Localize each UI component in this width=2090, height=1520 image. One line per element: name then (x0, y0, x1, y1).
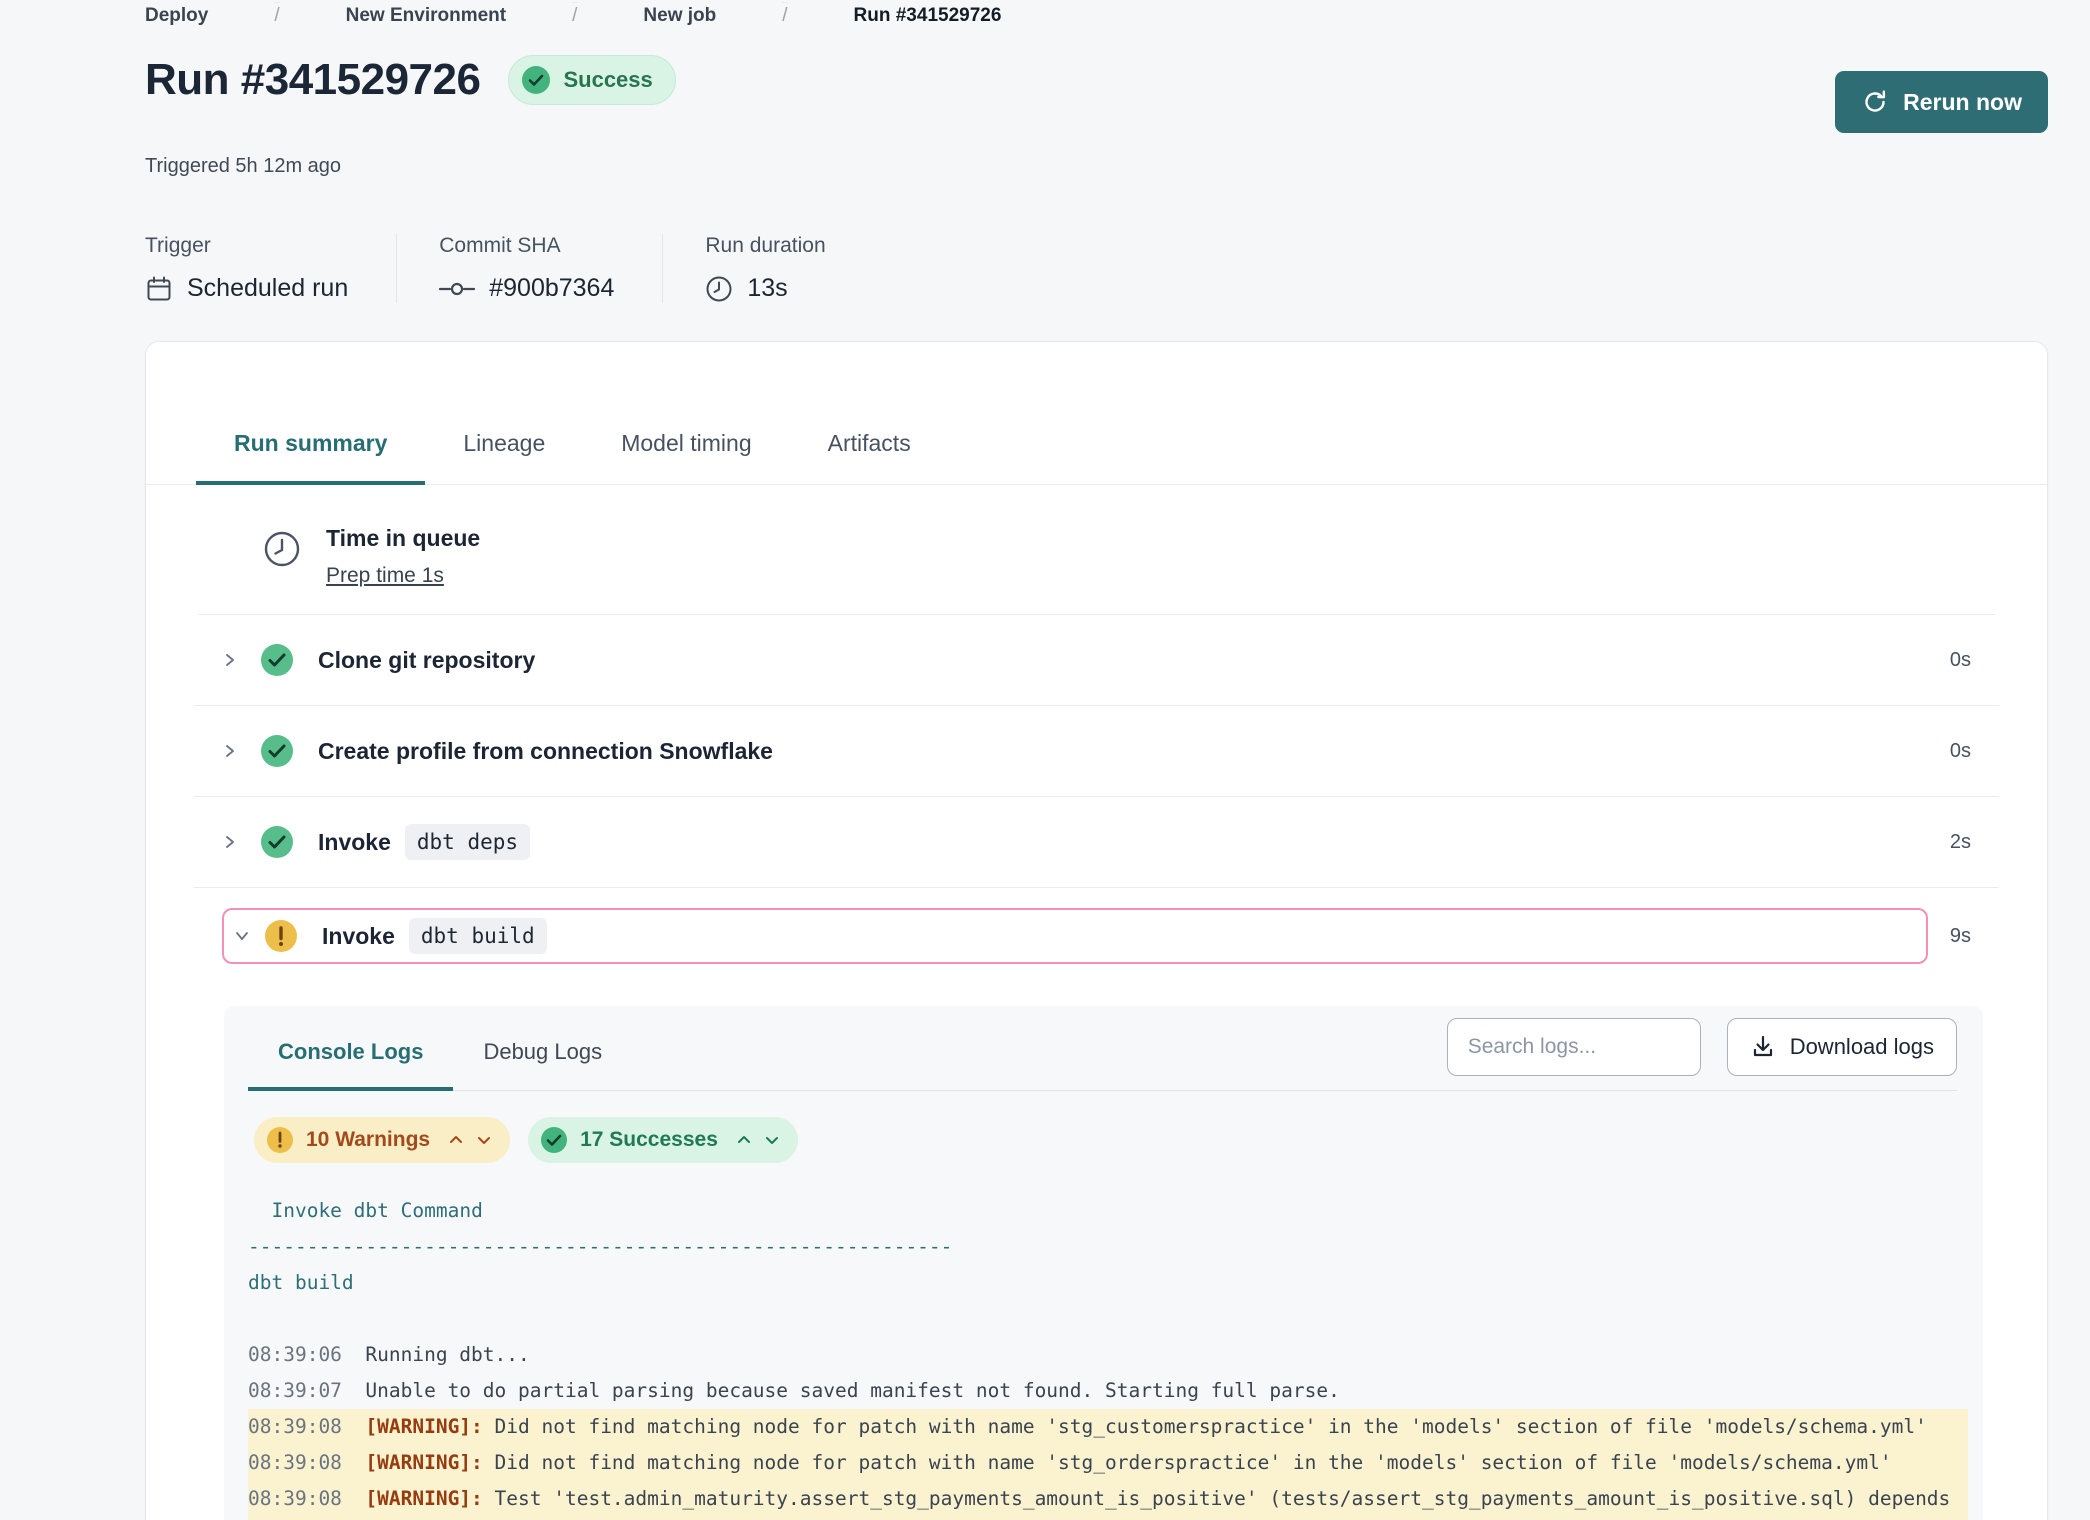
status-badge-label: Success (563, 67, 652, 93)
chevron-right-icon[interactable] (222, 834, 260, 850)
meta-commit-value: #900b7364 (489, 274, 614, 303)
console-log-output: Invoke dbt Command ---------------------… (248, 1193, 1968, 1520)
clock-icon (705, 275, 733, 303)
caret-down-icon[interactable] (476, 1132, 492, 1148)
breadcrumb-separator: / (572, 2, 577, 29)
check-circle-icon (540, 1126, 568, 1154)
breadcrumb-environment[interactable]: New Environment (346, 3, 506, 29)
download-icon (1750, 1034, 1776, 1060)
time-in-queue-title: Time in queue (326, 525, 480, 552)
chevron-right-icon[interactable] (222, 743, 260, 759)
meta-trigger-label: Trigger (145, 234, 348, 258)
step-duration: 9s (1950, 925, 1971, 948)
meta-commit-label: Commit SHA (439, 234, 614, 258)
meta-duration: Run duration 13s (662, 234, 873, 303)
triggered-timestamp: Triggered 5h 12m ago (145, 155, 2048, 178)
search-logs-input[interactable] (1447, 1018, 1701, 1076)
logs-panel: Console Logs Debug Logs Download logs (224, 1006, 1983, 1520)
tab-debug-logs[interactable]: Debug Logs (453, 1019, 632, 1091)
log-command: dbt build (248, 1265, 1968, 1301)
successes-badge-label: 17 Successes (580, 1128, 718, 1152)
tab-console-logs[interactable]: Console Logs (248, 1019, 453, 1091)
breadcrumb-separator: / (274, 2, 279, 29)
calendar-icon (145, 275, 173, 303)
meta-duration-value: 13s (747, 274, 787, 303)
run-steps: Clone git repository 0s Create profile f… (146, 615, 2047, 984)
log-line-warning: 08:39:08[WARNING]:Test 'test.admin_matur… (248, 1481, 1968, 1520)
step-duration: 0s (1950, 649, 1971, 672)
step-command-chip: dbt build (409, 918, 547, 954)
breadcrumb-separator: / (782, 2, 787, 29)
run-detail-page: Deploy / New Environment / New job / Run… (0, 0, 2090, 1520)
log-tabs: Console Logs Debug Logs (248, 1019, 632, 1090)
log-line-warning: 08:39:08[WARNING]:Did not find matching … (248, 1445, 1968, 1481)
clock-icon (262, 529, 302, 569)
log-blank-line (248, 1301, 1968, 1337)
warnings-badge[interactable]: 10 Warnings (254, 1117, 510, 1163)
log-line: 08:39:06Running dbt... (248, 1337, 1968, 1373)
time-in-queue-section: Time in queue Prep time 1s (146, 485, 2047, 614)
check-circle-icon (521, 65, 551, 95)
step-duration: 0s (1950, 740, 1971, 763)
log-line-warning: 08:39:08[WARNING]:Did not find matching … (248, 1409, 1968, 1445)
successes-badge[interactable]: 17 Successes (528, 1117, 798, 1163)
tab-model-timing[interactable]: Model timing (583, 416, 789, 485)
check-circle-icon (260, 643, 294, 677)
breadcrumb: Deploy / New Environment / New job / Run… (145, 2, 2048, 29)
logs-panel-header: Console Logs Debug Logs Download logs (248, 1018, 1957, 1091)
meta-duration-label: Run duration (705, 234, 825, 258)
log-result-badges: 10 Warnings 17 Successes (248, 1117, 1957, 1163)
breadcrumb-job[interactable]: New job (643, 3, 716, 29)
rerun-now-label: Rerun now (1903, 89, 2022, 116)
meta-trigger: Trigger Scheduled run (145, 234, 396, 303)
tab-run-summary[interactable]: Run summary (196, 416, 425, 485)
download-logs-label: Download logs (1790, 1034, 1934, 1060)
step-row-invoke-dbt-build: Invoke dbt build 9s (222, 888, 1971, 984)
warning-circle-icon (266, 1126, 294, 1154)
step-title: Invoke (318, 829, 391, 856)
step-title: Invoke (322, 923, 395, 950)
page-title: Run #341529726 (145, 55, 480, 105)
refresh-icon (1861, 88, 1889, 116)
chevron-down-icon[interactable] (226, 928, 264, 944)
breadcrumb-deploy[interactable]: Deploy (145, 3, 208, 29)
step-create-profile-snowflake[interactable]: Create profile from connection Snowflake… (222, 706, 1971, 796)
step-command-chip: dbt deps (405, 824, 530, 860)
step-invoke-dbt-deps[interactable]: Invoke dbt deps 2s (222, 797, 1971, 887)
breadcrumb-run-current: Run #341529726 (854, 3, 1002, 29)
step-invoke-dbt-build[interactable]: Invoke dbt build (222, 908, 1928, 964)
caret-up-icon[interactable] (736, 1132, 752, 1148)
run-meta: Trigger Scheduled run Commit SHA #900b73… (145, 234, 2048, 303)
caret-up-icon[interactable] (448, 1132, 464, 1148)
status-badge: Success (508, 55, 675, 105)
step-title: Create profile from connection Snowflake (318, 738, 773, 765)
meta-trigger-value: Scheduled run (187, 274, 348, 303)
run-tabs: Run summary Lineage Model timing Artifac… (146, 416, 2047, 485)
prep-time-link[interactable]: Prep time 1s (326, 564, 444, 588)
rerun-now-button[interactable]: Rerun now (1835, 71, 2048, 133)
run-summary-card: Run summary Lineage Model timing Artifac… (145, 341, 2048, 1520)
warnings-badge-label: 10 Warnings (306, 1128, 430, 1152)
download-logs-button[interactable]: Download logs (1727, 1018, 1957, 1076)
tab-artifacts[interactable]: Artifacts (790, 416, 949, 485)
step-title: Clone git repository (318, 647, 535, 674)
log-divider-line: ----------------------------------------… (248, 1229, 1968, 1265)
log-command-header: Invoke dbt Command (248, 1193, 1968, 1229)
commit-icon (439, 279, 475, 299)
warning-circle-icon (264, 919, 298, 953)
chevron-right-icon[interactable] (222, 652, 260, 668)
tab-lineage[interactable]: Lineage (425, 416, 583, 485)
caret-down-icon[interactable] (764, 1132, 780, 1148)
step-duration: 2s (1950, 831, 1971, 854)
meta-commit: Commit SHA #900b7364 (396, 234, 662, 303)
check-circle-icon (260, 825, 294, 859)
log-line: 08:39:07Unable to do partial parsing bec… (248, 1373, 1968, 1409)
page-header: Run #341529726 Success Rerun now (145, 55, 2048, 133)
step-clone-git-repository[interactable]: Clone git repository 0s (222, 615, 1971, 705)
check-circle-icon (260, 734, 294, 768)
